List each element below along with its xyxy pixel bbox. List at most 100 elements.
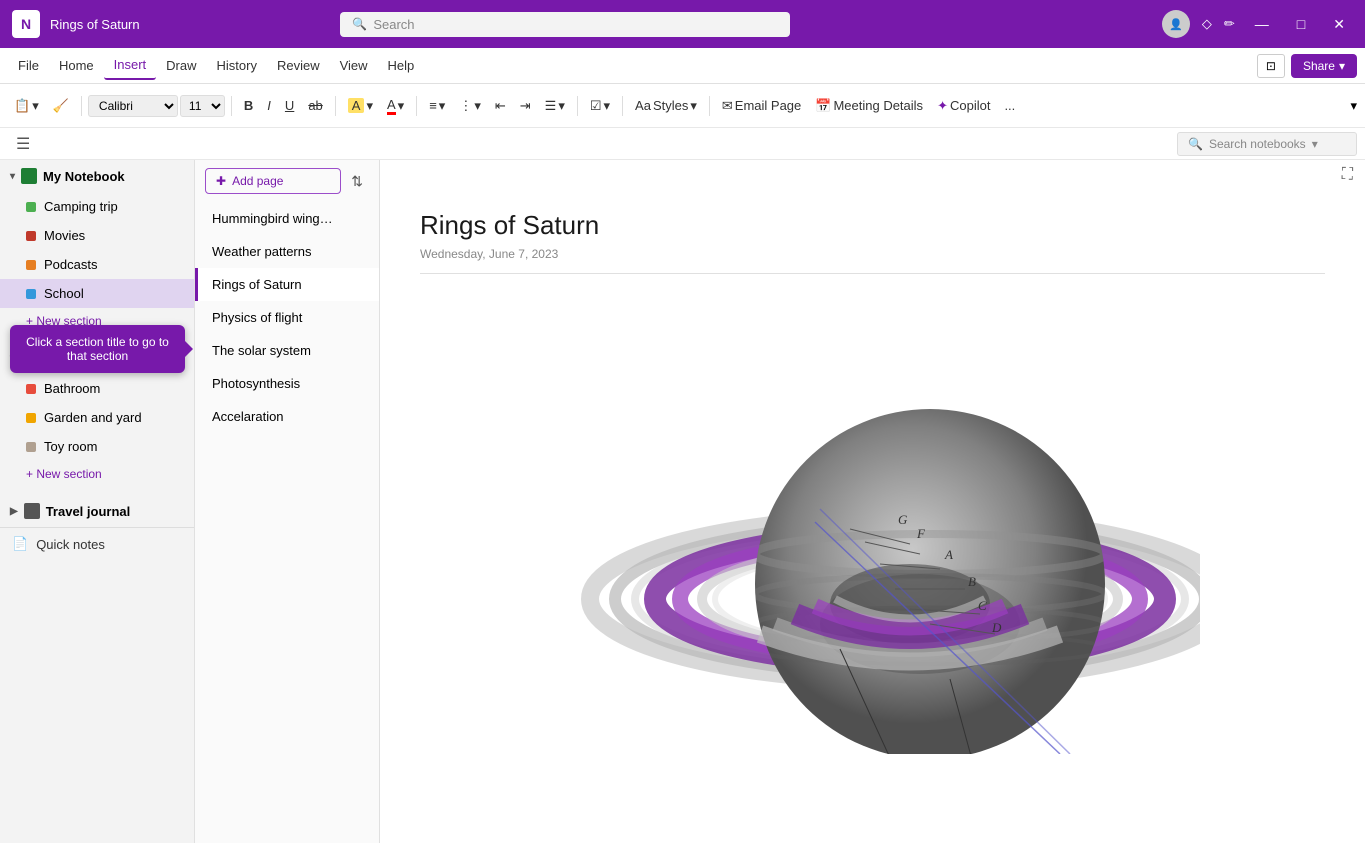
toolbar-sep-1: [81, 96, 82, 116]
pages-panel: ✚ Add page ⇅ Hummingbird wing… Weather p…: [195, 160, 380, 843]
add-page-icon: ✚: [216, 174, 226, 188]
copilot-button[interactable]: ✦ Copilot: [931, 94, 996, 118]
search-placeholder: Search: [373, 17, 414, 32]
pen-icon[interactable]: ✏: [1224, 16, 1235, 32]
meeting-details-label: Meeting Details: [833, 98, 923, 113]
align-icon: ☰: [545, 98, 557, 114]
avatar[interactable]: 👤: [1162, 10, 1190, 38]
page-acceleration[interactable]: Accelaration: [195, 400, 379, 433]
section-label-toy-room: Toy room: [44, 439, 97, 454]
svg-text:B: B: [968, 574, 976, 589]
section-bathroom[interactable]: Bathroom: [0, 374, 194, 403]
section-color-movies: [26, 231, 36, 241]
new-section-house[interactable]: + New section: [0, 461, 194, 487]
share-button[interactable]: Share ▾: [1291, 54, 1357, 78]
menu-draw[interactable]: Draw: [156, 52, 206, 79]
add-page-button[interactable]: ✚ Add page: [205, 168, 341, 194]
section-camping-trip[interactable]: Camping trip: [0, 192, 194, 221]
quick-notes-label: Quick notes: [36, 537, 105, 552]
page-weather[interactable]: Weather patterns: [195, 235, 379, 268]
page-rings-of-saturn[interactable]: Rings of Saturn: [195, 268, 379, 301]
section-label-movies: Movies: [44, 228, 85, 243]
section-podcasts[interactable]: Podcasts: [0, 250, 194, 279]
quick-notes-icon: 📄: [12, 536, 28, 552]
quick-notes[interactable]: 📄 Quick notes: [0, 527, 194, 560]
strikethrough-button[interactable]: ab: [302, 94, 328, 117]
eraser-button[interactable]: 🧹: [47, 94, 75, 118]
search-notebooks-bar[interactable]: 🔍 Search notebooks ▾: [1177, 132, 1357, 156]
page-hummingbird[interactable]: Hummingbird wing…: [195, 202, 379, 235]
styles-button[interactable]: Aa Styles ▾: [629, 94, 703, 118]
menu-file[interactable]: File: [8, 52, 49, 79]
indent-button[interactable]: ⇥: [514, 94, 537, 118]
menu-review[interactable]: Review: [267, 52, 330, 79]
section-label-camping: Camping trip: [44, 199, 118, 214]
checkbox-icon: ☑: [590, 98, 602, 114]
font-select[interactable]: Calibri: [88, 95, 178, 117]
page-title: Rings of Saturn: [420, 210, 1325, 241]
sort-button[interactable]: ⇅: [345, 169, 369, 194]
section-garden[interactable]: Garden and yard: [0, 403, 194, 432]
svg-text:D: D: [991, 620, 1002, 635]
notebook-chevron-travel: ▶: [10, 506, 18, 517]
page-physics[interactable]: Physics of flight: [195, 301, 379, 334]
italic-button[interactable]: I: [261, 94, 277, 117]
font-size-select[interactable]: 11: [180, 95, 225, 117]
toolbar-sep-6: [622, 96, 623, 116]
notebook-my-notebook[interactable]: ▾ My Notebook: [0, 160, 194, 192]
toolbar: 📋▾ 🧹 Calibri 11 B I U ab A▾ A▾ ≡▾ ⋮▾ ⇤ ⇥…: [0, 84, 1365, 128]
menu-insert[interactable]: Insert: [104, 51, 157, 80]
main-area: ▾ My Notebook Camping trip Movies Podcas…: [0, 160, 1365, 843]
toolbar-sep-5: [577, 96, 578, 116]
align-button[interactable]: ☰▾: [539, 94, 571, 118]
page-date: Wednesday, June 7, 2023: [420, 247, 1325, 274]
diamond-icon[interactable]: ◇: [1202, 16, 1212, 32]
more-button[interactable]: ...: [998, 94, 1021, 117]
close-button[interactable]: ✕: [1325, 16, 1353, 33]
menu-view[interactable]: View: [330, 52, 378, 79]
app-title: Rings of Saturn: [50, 17, 140, 32]
page-photosynthesis[interactable]: Photosynthesis: [195, 367, 379, 400]
immersive-button[interactable]: ⊡: [1257, 54, 1285, 78]
menu-history[interactable]: History: [207, 52, 267, 79]
bold-button[interactable]: B: [238, 94, 259, 117]
title-bar-actions: 👤 ◇ ✏ — □ ✕: [1162, 10, 1353, 38]
search-bar[interactable]: 🔍 Search: [340, 12, 790, 37]
svg-text:F: F: [916, 526, 926, 541]
section-color-school: [26, 289, 36, 299]
styles-label: Styles: [653, 98, 688, 113]
menu-home[interactable]: Home: [49, 52, 104, 79]
menu-help[interactable]: Help: [378, 52, 425, 79]
onenote-logo: N: [12, 10, 40, 38]
underline-button[interactable]: U: [279, 94, 300, 117]
bullets-button[interactable]: ≡▾: [423, 94, 451, 118]
share-label: Share: [1303, 59, 1335, 73]
font-color-button[interactable]: A▾: [381, 93, 410, 119]
section-color-camping: [26, 202, 36, 212]
svg-text:A: A: [944, 547, 953, 562]
indent-icon: ⇥: [520, 98, 531, 114]
section-label-school: School: [44, 286, 84, 301]
toolbar-expand[interactable]: ▾: [1350, 98, 1357, 114]
expand-button[interactable]: ⛶: [1342, 166, 1353, 184]
maximize-button[interactable]: □: [1289, 16, 1313, 32]
pages-toolbar: ✚ Add page ⇅: [195, 160, 379, 202]
section-toy-room[interactable]: Toy room: [0, 432, 194, 461]
secondary-bar: ☰ 🔍 Search notebooks ▾: [0, 128, 1365, 160]
email-page-button[interactable]: ✉ Email Page: [716, 94, 807, 118]
section-school[interactable]: School: [0, 279, 194, 308]
outdent-button[interactable]: ⇤: [489, 94, 512, 118]
page-solar-system[interactable]: The solar system: [195, 334, 379, 367]
section-movies[interactable]: Movies: [0, 221, 194, 250]
hamburger-button[interactable]: ☰: [8, 130, 38, 158]
checkbox-button[interactable]: ☑▾: [584, 94, 616, 118]
menu-bar: File Home Insert Draw History Review Vie…: [0, 48, 1365, 84]
clipboard-button[interactable]: 📋▾: [8, 94, 45, 118]
notebook-travel-journal[interactable]: ▶ Travel journal: [0, 495, 194, 527]
numbering-button[interactable]: ⋮▾: [453, 94, 487, 118]
minimize-button[interactable]: —: [1247, 16, 1277, 32]
highlight-button[interactable]: A▾: [342, 94, 379, 118]
add-page-label: Add page: [232, 174, 283, 188]
meeting-details-button[interactable]: 📅 Meeting Details: [809, 94, 929, 118]
numbering-icon: ⋮: [459, 98, 472, 114]
